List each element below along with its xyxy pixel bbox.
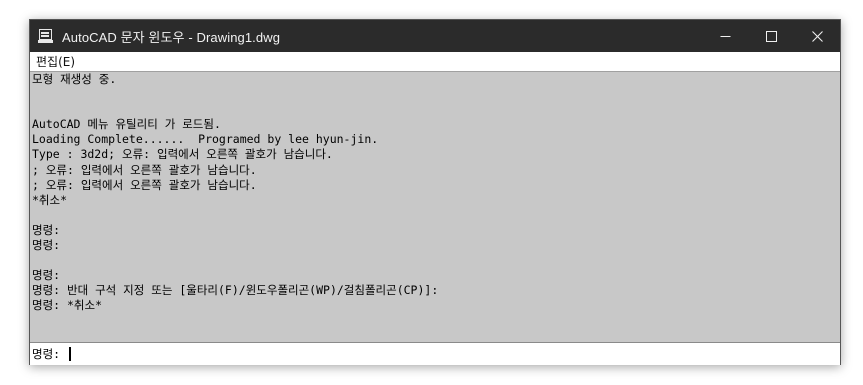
history-line: 명령: xyxy=(32,222,61,237)
close-button[interactable] xyxy=(794,20,840,52)
history-line xyxy=(32,87,838,102)
history-line xyxy=(32,102,838,117)
command-history-area[interactable]: 모형 재생성 중. AutoCAD 메뉴 유틸리티 가 로드됨. Loading C… xyxy=(30,72,840,342)
history-line: 명령: xyxy=(32,268,61,283)
history-line: ; 오류: 입력에서 오른쪽 괄호가 남습니다. xyxy=(32,177,257,192)
history-line xyxy=(32,208,838,223)
maximize-button[interactable] xyxy=(748,20,794,52)
history-line: 명령: 반대 구석 지정 또는 [울타리(F)/윈도우폴리곤(WP)/걸침폴리곤… xyxy=(32,283,439,298)
history-line xyxy=(32,253,838,268)
minimize-button[interactable] xyxy=(702,20,748,52)
history-line: Type : 3d2d; 오류: 입력에서 오른쪽 괄호가 남습니다. xyxy=(32,147,333,162)
history-line: ; 오류: 입력에서 오른쪽 괄호가 남습니다. xyxy=(32,162,257,177)
window-title: AutoCAD 문자 윈도우 - Drawing1.dwg xyxy=(62,29,281,45)
command-line[interactable]: 명령: xyxy=(30,342,840,365)
minimize-icon xyxy=(720,35,730,37)
command-prompt: 명령: xyxy=(32,347,68,361)
close-icon xyxy=(811,30,823,42)
menu-edit[interactable]: 편집(E) xyxy=(30,52,81,72)
history-line: *취소* xyxy=(32,192,68,207)
history-line: Loading Complete...... Programed by lee … xyxy=(32,132,379,147)
text-window-icon xyxy=(38,29,54,43)
desktop-background: AutoCAD 문자 윈도우 - Drawing1.dwg 편집(E) 모형 재… xyxy=(0,0,863,385)
autocad-text-window: AutoCAD 문자 윈도우 - Drawing1.dwg 편집(E) 모형 재… xyxy=(29,19,841,365)
history-line: AutoCAD 메뉴 유틸리티 가 로드됨. xyxy=(32,117,221,132)
maximize-icon xyxy=(765,30,777,42)
history-line: 모형 재생성 중. xyxy=(32,72,117,86)
window-controls xyxy=(702,20,840,52)
history-line: 명령: *취소* xyxy=(32,298,103,313)
title-bar[interactable]: AutoCAD 문자 윈도우 - Drawing1.dwg xyxy=(30,20,840,52)
text-caret xyxy=(69,347,71,361)
menu-bar: 편집(E) xyxy=(30,52,840,72)
history-line: 명령: xyxy=(32,238,61,253)
